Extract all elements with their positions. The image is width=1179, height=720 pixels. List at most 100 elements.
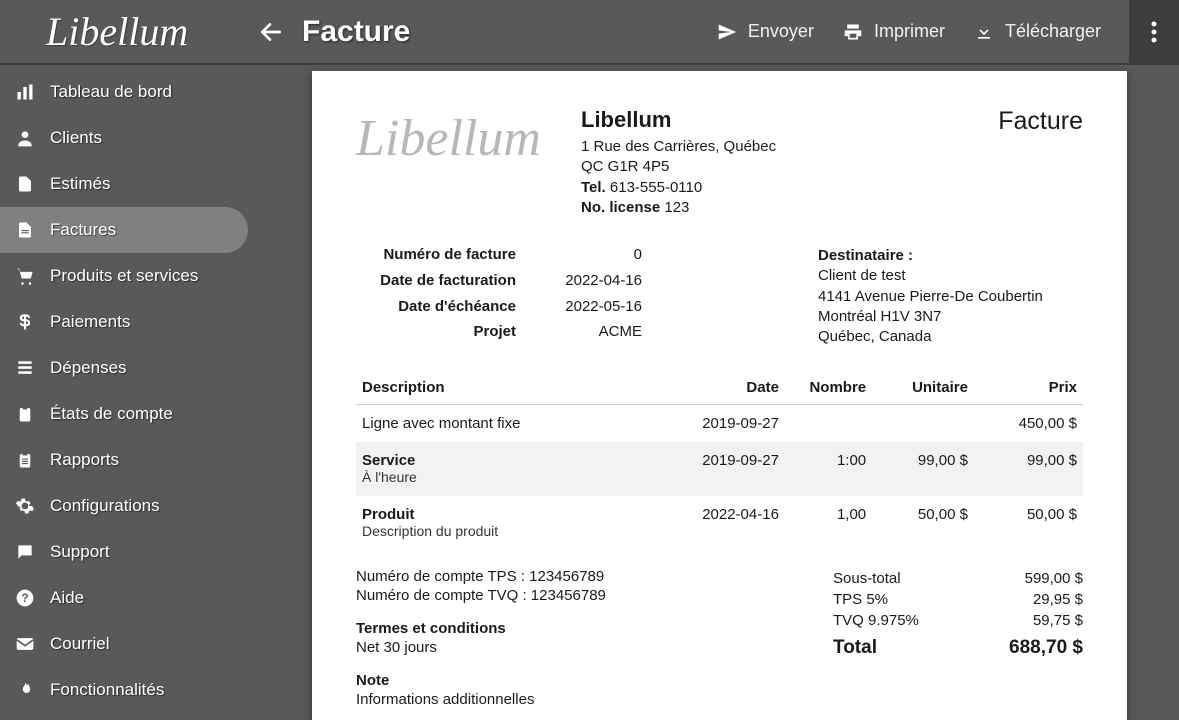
back-button[interactable] xyxy=(256,17,286,47)
col-qty: Nombre xyxy=(785,371,872,405)
send-button[interactable]: Envoyer xyxy=(716,21,814,43)
line-title: Ligne avec montant fixe xyxy=(356,405,683,443)
sidebar-item-features[interactable]: Fonctionnalités xyxy=(0,667,256,713)
sidebar-item-label: Paiements xyxy=(50,312,130,332)
note-heading: Note xyxy=(356,672,833,689)
doc-logo: Libellum xyxy=(356,107,581,165)
recipient-line2: Montréal H1V 3N7 xyxy=(818,307,1083,327)
sidebar-item-statements[interactable]: États de compte xyxy=(0,391,256,437)
line-desc: À l'heure xyxy=(362,469,417,485)
download-button[interactable]: Télécharger xyxy=(973,21,1101,43)
sidebar-item-label: Fonctionnalités xyxy=(50,680,164,700)
sidebar-item-label: Support xyxy=(50,542,110,562)
sidebar-item-payments[interactable]: Paiements xyxy=(0,299,256,345)
table-row: ServiceÀ l'heure2019-09-271:0099,00 $99,… xyxy=(356,442,1083,496)
sidebar-item-label: Clients xyxy=(50,128,102,148)
sidebar-item-products[interactable]: Produits et services xyxy=(0,253,256,299)
total-value: 688,70 $ xyxy=(1009,637,1083,659)
top-bar: Libellum Facture Envoyer Imprimer Téléch… xyxy=(0,0,1179,65)
download-label: Télécharger xyxy=(1005,21,1101,42)
recipient-line1: 4141 Avenue Pierre-De Coubertin xyxy=(818,287,1083,307)
tax-account-tps: Numéro de compte TPS : 123456789 xyxy=(356,568,833,585)
gear-icon xyxy=(14,495,36,517)
print-icon xyxy=(842,21,864,43)
sidebar-item-label: Tableau de bord xyxy=(50,82,172,102)
recipient-label: Destinataire : xyxy=(818,246,1083,266)
meta-due: 2022-05-16 xyxy=(522,298,642,322)
company-address1: 1 Rue des Carrières, Québec xyxy=(581,137,998,157)
company-address2: QC G1R 4P5 xyxy=(581,157,998,177)
line-desc: Description du produit xyxy=(362,523,498,539)
sidebar-item-expenses[interactable]: Dépenses xyxy=(0,345,256,391)
sidebar-item-settings[interactable]: Configurations xyxy=(0,483,256,529)
subtotal-value: 599,00 $ xyxy=(1025,570,1083,587)
main-area: Libellum Libellum 1 Rue des Carrières, Q… xyxy=(256,65,1179,720)
line-qty: 1:00 xyxy=(785,442,872,496)
sidebar-item-dashboard[interactable]: Tableau de bord xyxy=(0,69,256,115)
file-text-icon xyxy=(14,219,36,241)
table-row: Ligne avec montant fixe2019-09-27450,00 … xyxy=(356,405,1083,443)
sidebar-item-label: Rapports xyxy=(50,450,119,470)
table-row: ProduitDescription du produit2022-04-161… xyxy=(356,496,1083,550)
tps-label: TPS 5% xyxy=(833,591,888,608)
company-tel: 613-555-0110 xyxy=(610,179,702,196)
cart-icon xyxy=(14,265,36,287)
terms-heading: Termes et conditions xyxy=(356,620,833,637)
print-button[interactable]: Imprimer xyxy=(842,21,945,43)
file-icon xyxy=(14,173,36,195)
line-date: 2022-04-16 xyxy=(683,496,785,550)
meta-date: 2022-04-16 xyxy=(522,272,642,296)
help-icon: ? xyxy=(14,587,36,609)
line-title: Service xyxy=(362,452,677,469)
subtotal-label: Sous-total xyxy=(833,570,901,587)
col-unit: Unitaire xyxy=(872,371,974,405)
recipient-line3: Québec, Canada xyxy=(818,327,1083,347)
col-price: Prix xyxy=(974,371,1083,405)
dollar-icon xyxy=(14,311,36,333)
sidebar-item-label: Dépenses xyxy=(50,358,127,378)
invoice-document: Libellum Libellum 1 Rue des Carrières, Q… xyxy=(312,71,1127,720)
clipboard-icon xyxy=(14,403,36,425)
send-label: Envoyer xyxy=(748,21,814,42)
download-icon xyxy=(973,21,995,43)
sidebar-item-estimates[interactable]: Estimés xyxy=(0,161,256,207)
line-unit xyxy=(872,405,974,443)
company-license: 123 xyxy=(664,199,689,216)
sidebar-item-label: Factures xyxy=(50,220,116,240)
sidebar-item-label: Configurations xyxy=(50,496,160,516)
sidebar: Tableau de bord Clients Estimés Factures Pro… xyxy=(0,65,256,720)
mail-icon xyxy=(14,633,36,655)
line-qty: 1,00 xyxy=(785,496,872,550)
meta-number-label: Numéro de facture xyxy=(356,246,516,270)
sidebar-item-invoices[interactable]: Factures xyxy=(0,207,248,253)
more-menu-button[interactable] xyxy=(1129,0,1179,64)
app-logo: Libellum xyxy=(0,8,256,55)
meta-number: 0 xyxy=(522,246,642,270)
doc-type: Facture xyxy=(998,107,1083,136)
flame-icon xyxy=(14,679,36,701)
company-block: Libellum 1 Rue des Carrières, Québec QC … xyxy=(581,107,998,218)
sidebar-item-help[interactable]: ?Aide xyxy=(0,575,256,621)
sidebar-item-label: Produits et services xyxy=(50,266,198,286)
sidebar-item-reports[interactable]: Rapports xyxy=(0,437,256,483)
tvq-value: 59,75 $ xyxy=(1033,612,1083,629)
meta-project: ACME xyxy=(522,323,642,347)
col-desc: Description xyxy=(356,371,683,405)
line-date: 2019-09-27 xyxy=(683,405,785,443)
tax-account-tvq: Numéro de compte TVQ : 123456789 xyxy=(356,587,833,604)
line-unit: 99,00 $ xyxy=(872,442,974,496)
col-date: Date xyxy=(683,371,785,405)
sidebar-item-clients[interactable]: Clients xyxy=(0,115,256,161)
sidebar-item-mail[interactable]: Courriel xyxy=(0,621,256,667)
page-title: Facture xyxy=(302,15,410,49)
line-price: 50,00 $ xyxy=(974,496,1083,550)
sidebar-item-label: Courriel xyxy=(50,634,110,654)
company-tel-label: Tel. xyxy=(581,179,606,196)
note-text: Informations additionnelles xyxy=(356,691,833,708)
terms-text: Net 30 jours xyxy=(356,639,833,656)
kebab-icon xyxy=(1151,21,1157,43)
company-name: Libellum xyxy=(581,107,998,133)
total-label: Total xyxy=(833,637,877,659)
sidebar-item-support[interactable]: Support xyxy=(0,529,256,575)
meta-date-label: Date de facturation xyxy=(356,272,516,296)
